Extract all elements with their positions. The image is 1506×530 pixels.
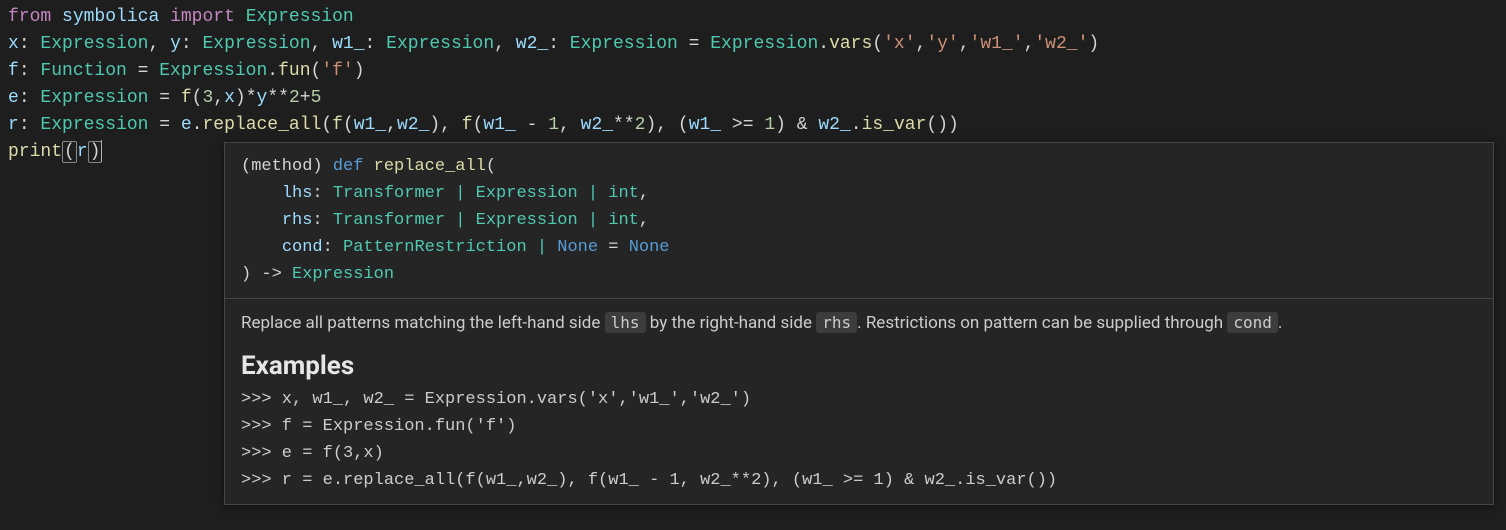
call-f: f: [462, 115, 473, 135]
example-line: >>> r = e.replace_all(f(w1_,w2_), f(w1_ …: [241, 471, 1057, 490]
doc-code-rhs: rhs: [816, 312, 857, 333]
num-3: 3: [202, 88, 213, 108]
arg-r: r: [77, 142, 88, 162]
vars-fn: vars: [829, 34, 872, 54]
num-1: 1: [548, 115, 559, 135]
code-line-4[interactable]: e: Expression = f(3,x)*y**2+5: [8, 85, 1498, 112]
return-type: Expression: [292, 265, 394, 284]
none-default: None: [629, 238, 670, 257]
arg-x: x: [224, 88, 235, 108]
example-line: >>> f = Expression.fun('f'): [241, 417, 516, 436]
var-y: y: [257, 88, 268, 108]
arg-w1: w1_: [689, 115, 721, 135]
doc-code-cond: cond: [1227, 312, 1278, 333]
type-expr: Expression: [386, 34, 494, 54]
paren-close-highlight: ): [88, 141, 103, 163]
var-r: r: [8, 115, 19, 135]
type-expr: Expression: [40, 34, 148, 54]
arg-w1: w1_: [354, 115, 386, 135]
type-func: Function: [40, 61, 126, 81]
expr-class: Expression: [710, 34, 818, 54]
param-rhs: rhs: [282, 211, 313, 230]
hover-tooltip: (method) def replace_all( lhs: Transform…: [224, 142, 1494, 505]
replace-all-fn: replace_all: [202, 115, 321, 135]
doc-text: . Restrictions on pattern can be supplie…: [857, 313, 1227, 333]
num-2: 2: [635, 115, 646, 135]
import-name: Expression: [246, 7, 354, 27]
param-rhs-type: Transformer | Expression | int: [333, 211, 639, 230]
obj-e: e: [181, 115, 192, 135]
str-w1: 'w1_': [970, 34, 1024, 54]
param-lhs-type: Transformer | Expression | int: [333, 184, 639, 203]
module-name: symbolica: [62, 7, 159, 27]
var-y: y: [170, 34, 181, 54]
none-type: None: [557, 238, 598, 257]
sig-prefix: (method): [241, 157, 333, 176]
var-e: e: [8, 88, 19, 108]
code-line-2[interactable]: x: Expression, y: Expression, w1_: Expre…: [8, 31, 1498, 58]
num-1: 1: [764, 115, 775, 135]
keyword-from: from: [8, 7, 51, 27]
example-line: >>> x, w1_, w2_ = Expression.vars('x','w…: [241, 390, 751, 409]
var-f: f: [8, 61, 19, 81]
examples-code: >>> x, w1_, w2_ = Expression.vars('x','w…: [225, 382, 1493, 504]
var-w1: w1_: [332, 34, 364, 54]
param-cond: cond: [282, 238, 323, 257]
param-lhs: lhs: [282, 184, 313, 203]
str-w2: 'w2_': [1034, 34, 1088, 54]
arg-w2: w2_: [397, 115, 429, 135]
type-expr: Expression: [570, 34, 678, 54]
print-fn: print: [8, 142, 62, 162]
arg-w2: w2_: [818, 115, 850, 135]
is-var-fn: is_var: [862, 115, 927, 135]
fun-fn: fun: [278, 61, 310, 81]
var-x: x: [8, 34, 19, 54]
sig-fn-name: replace_all: [374, 157, 486, 176]
str-x: 'x': [883, 34, 915, 54]
type-expr: Expression: [202, 34, 310, 54]
text-cursor: [101, 140, 102, 162]
examples-heading: Examples: [225, 347, 1493, 382]
keyword-import: import: [170, 7, 235, 27]
code-line-3[interactable]: f: Function = Expression.fun('f'): [8, 58, 1498, 85]
str-y: 'y': [926, 34, 958, 54]
type-expr: Expression: [40, 88, 148, 108]
example-line: >>> e = f(3,x): [241, 444, 384, 463]
param-cond-type: PatternRestriction |: [343, 238, 557, 257]
paren-open-highlight: (: [62, 141, 77, 163]
doc-code-lhs: lhs: [605, 312, 646, 333]
num-5: 5: [311, 88, 322, 108]
call-f: f: [181, 88, 192, 108]
arg-w2: w2_: [581, 115, 613, 135]
arg-w1: w1_: [483, 115, 515, 135]
type-expr: Expression: [40, 115, 148, 135]
doc-text: .: [1278, 313, 1282, 333]
expr-class: Expression: [159, 61, 267, 81]
var-w2: w2_: [516, 34, 548, 54]
doc-text: Replace all patterns matching the left-h…: [241, 313, 605, 333]
call-f: f: [332, 115, 343, 135]
tooltip-description: Replace all patterns matching the left-h…: [225, 299, 1493, 347]
keyword-def: def: [333, 157, 364, 176]
num-2: 2: [289, 88, 300, 108]
code-line-5[interactable]: r: Expression = e.replace_all(f(w1_,w2_)…: [8, 112, 1498, 139]
doc-text: by the right-hand side: [646, 313, 817, 333]
code-line-1[interactable]: from symbolica import Expression: [8, 4, 1498, 31]
str-f: 'f': [321, 61, 353, 81]
tooltip-signature: (method) def replace_all( lhs: Transform…: [225, 143, 1493, 298]
